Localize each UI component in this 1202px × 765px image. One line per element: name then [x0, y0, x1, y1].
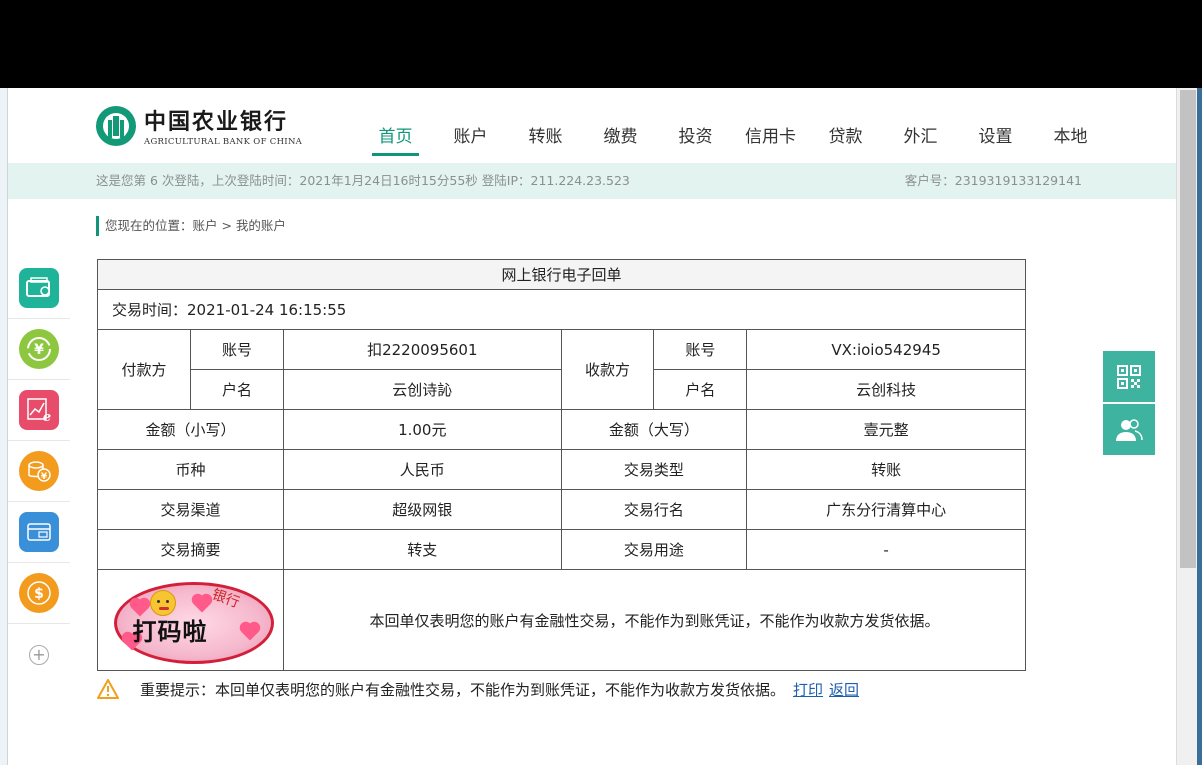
- payee-name: 云创科技: [746, 369, 1026, 410]
- side-item-exchange[interactable]: ¥: [8, 319, 70, 380]
- side-item-invest[interactable]: e: [8, 380, 70, 441]
- side-item-wallet[interactable]: [8, 258, 70, 319]
- bank-logo[interactable]: 中国农业银行 AGRICULTURAL BANK OF CHINA: [96, 104, 302, 147]
- e-receipt-table: 网上银行电子回单 交易时间：2021-01-24 16:15:55 付款方 账号…: [97, 259, 1027, 671]
- purpose: -: [746, 529, 1026, 570]
- last-login-info: 这是您第 6 次登陆，上次登陆时间：2021年1月24日16时15分55秒 登陆…: [96, 173, 630, 188]
- summary-label: 交易摘要: [97, 529, 284, 570]
- summary: 转支: [282, 529, 562, 570]
- payee-account: VX:ioio542945: [746, 329, 1026, 370]
- branch-label: 交易行名: [560, 489, 748, 530]
- receipt-title: 网上银行电子回单: [97, 259, 1026, 290]
- amount-small: 1.00元: [282, 409, 562, 450]
- nav-account[interactable]: 账户: [433, 118, 508, 156]
- payer-name: 云创诗訫: [282, 369, 562, 410]
- side-item-add[interactable]: +: [8, 624, 70, 685]
- customer-service-button[interactable]: [1103, 404, 1155, 455]
- nav-payment[interactable]: 缴费: [583, 118, 658, 156]
- stamp-cell: 银行 打码啦: [97, 569, 284, 671]
- scrollbar-thumb[interactable]: [1180, 90, 1196, 568]
- purpose-label: 交易用途: [560, 529, 748, 570]
- svg-text:¥: ¥: [34, 342, 44, 358]
- svg-text:¥: ¥: [41, 472, 48, 482]
- bank-stamp: 银行 打码啦: [104, 574, 276, 666]
- main-nav: 首页 账户 转账 缴费 投资 信用卡 贷款 外汇 设置 本地: [358, 118, 1108, 156]
- nav-home[interactable]: 首页: [358, 118, 433, 156]
- nav-loan[interactable]: 贷款: [808, 118, 883, 156]
- dollar-icon: $: [19, 573, 59, 613]
- abc-logo-icon: [96, 105, 136, 146]
- add-icon: +: [29, 644, 49, 665]
- bank-name-cn: 中国农业银行: [144, 109, 289, 135]
- branch: 广东分行清算中心: [746, 489, 1026, 530]
- bank-name-en: AGRICULTURAL BANK OF CHINA: [144, 137, 303, 147]
- qr-code-button[interactable]: [1103, 351, 1155, 402]
- transaction-time: 交易时间：2021-01-24 16:15:55: [97, 289, 1026, 330]
- print-link[interactable]: 打印: [793, 679, 823, 700]
- channel: 超级网银: [282, 489, 562, 530]
- amount-big: 壹元整: [746, 409, 1026, 450]
- nav-investment[interactable]: 投资: [658, 118, 733, 156]
- svg-text:e: e: [43, 410, 51, 423]
- tip-text: 重要提示：本回单仅表明您的账户有金融性交易，不能作为到账凭证，不能作为收款方发货…: [140, 680, 786, 699]
- payer-name-label: 户名: [189, 369, 284, 410]
- receipt-notice: 本回单仅表明您的账户有金融性交易，不能作为到账凭证，不能作为收款方发货依据。: [282, 569, 1027, 671]
- amount-big-label: 金额（大写）: [560, 409, 748, 450]
- svg-text:$: $: [34, 586, 44, 602]
- payer-account: 扣2220095601: [282, 329, 562, 370]
- payer-label: 付款方: [97, 329, 191, 410]
- side-menu: ¥ e ¥ $ +: [8, 258, 70, 685]
- payee-account-label: 账号: [653, 329, 748, 370]
- payer-account-label: 账号: [189, 329, 284, 370]
- nav-local[interactable]: 本地: [1033, 118, 1108, 156]
- qr-code-icon: [1117, 364, 1141, 389]
- side-item-fx[interactable]: $: [8, 563, 70, 624]
- back-link[interactable]: 返回: [829, 679, 859, 700]
- coins-yuan-icon: ¥: [19, 451, 59, 491]
- chart-e-icon: e: [19, 390, 59, 430]
- stamp-text: 打码啦: [132, 617, 208, 646]
- nav-credit-card[interactable]: 信用卡: [733, 118, 808, 156]
- login-info-bar: 这是您第 6 次登陆，上次登陆时间：2021年1月24日16时15分55秒 登陆…: [8, 163, 1176, 199]
- payee-name-label: 户名: [653, 369, 748, 410]
- side-item-wealth[interactable]: ¥: [8, 441, 70, 502]
- yuan-exchange-icon: ¥: [19, 329, 59, 369]
- logo-text: 中国农业银行 AGRICULTURAL BANK OF CHINA: [144, 104, 302, 147]
- transaction-time-label: 交易时间：: [112, 301, 188, 319]
- side-item-card[interactable]: [8, 502, 70, 563]
- card-icon: [19, 512, 59, 552]
- nav-settings[interactable]: 设置: [958, 118, 1033, 156]
- breadcrumb: 您现在的位置：账户 > 我的账户: [96, 216, 286, 236]
- window-left-edge: [0, 88, 8, 765]
- transaction-time-value: 2021-01-24 16:15:55: [187, 301, 347, 319]
- wallet-icon: [19, 268, 59, 308]
- channel-label: 交易渠道: [97, 489, 284, 530]
- nav-transfer[interactable]: 转账: [508, 118, 583, 156]
- customer-number: 客户号：2319319133129141: [904, 173, 1082, 188]
- amount-small-label: 金额（小写）: [97, 409, 284, 450]
- window-right-edge: [1197, 88, 1202, 765]
- users-icon: [1116, 418, 1143, 441]
- important-tip: 重要提示：本回单仅表明您的账户有金融性交易，不能作为到账凭证，不能作为收款方发货…: [96, 678, 859, 700]
- nav-forex[interactable]: 外汇: [883, 118, 958, 156]
- floating-tools: [1103, 351, 1155, 457]
- transaction-type-label: 交易类型: [560, 449, 748, 490]
- currency-label: 币种: [97, 449, 284, 490]
- transaction-type: 转账: [746, 449, 1026, 490]
- currency: 人民币: [282, 449, 562, 490]
- warning-icon: [96, 678, 120, 700]
- payee-label: 收款方: [560, 329, 655, 410]
